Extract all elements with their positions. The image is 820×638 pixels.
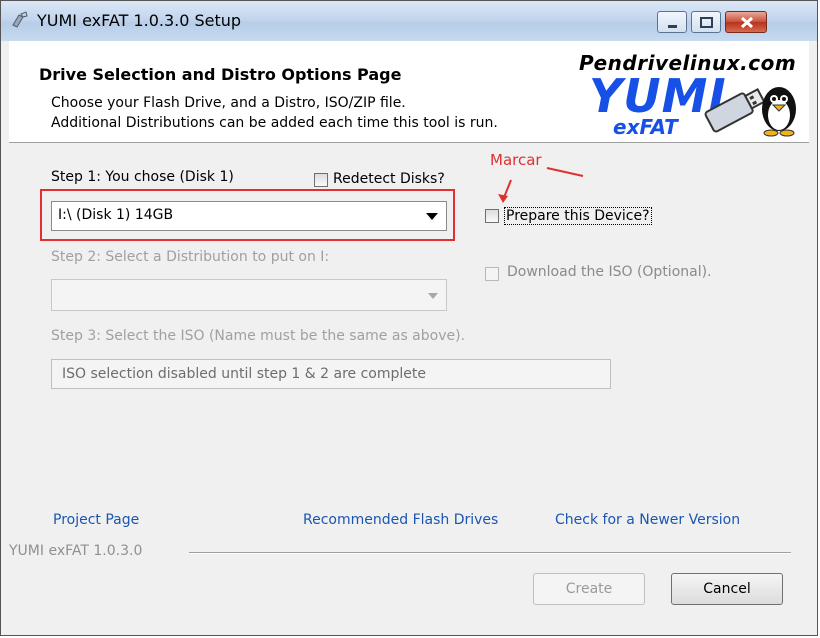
- check-newer-version-link[interactable]: Check for a Newer Version: [555, 512, 740, 528]
- distribution-select[interactable]: [51, 279, 447, 311]
- title-bar[interactable]: YUMI exFAT 1.0.3.0 Setup: [1, 1, 817, 41]
- cancel-button[interactable]: Cancel: [671, 573, 783, 605]
- download-iso-checkbox[interactable]: [485, 267, 499, 281]
- create-button[interactable]: Create: [533, 573, 645, 605]
- redetect-disks-checkbox[interactable]: [314, 173, 328, 187]
- logo-exfat-text: exFAT: [613, 115, 678, 139]
- project-page-link[interactable]: Project Page: [53, 512, 139, 528]
- minimize-button[interactable]: [657, 11, 687, 33]
- step1-label: Step 1: You chose (Disk 1): [51, 169, 234, 185]
- close-button[interactable]: [725, 11, 767, 33]
- header-description-line2: Additional Distributions can be added ea…: [51, 115, 498, 131]
- close-icon: [740, 16, 754, 29]
- footer-divider: [189, 552, 791, 554]
- page-title: Drive Selection and Distro Options Page: [39, 65, 402, 84]
- setup-window: YUMI exFAT 1.0.3.0 Setup Drive Selection…: [0, 0, 818, 636]
- header-description-line1: Choose your Flash Drive, and a Distro, I…: [51, 95, 406, 111]
- iso-selection-text: ISO selection disabled until step 1 & 2 …: [62, 366, 426, 382]
- app-icon: [12, 11, 28, 28]
- step2-label: Step 2: Select a Distribution to put on …: [51, 249, 330, 265]
- window-title: YUMI exFAT 1.0.3.0 Setup: [37, 11, 242, 30]
- maximize-button[interactable]: [691, 11, 721, 33]
- step3-label: Step 3: Select the ISO (Name must be the…: [51, 328, 466, 344]
- prepare-device-checkbox[interactable]: [485, 209, 499, 223]
- annotation-arrow-icon: [498, 167, 584, 203]
- redetect-disks-label[interactable]: Redetect Disks?: [333, 171, 445, 187]
- chevron-down-icon: [428, 293, 438, 299]
- prepare-device-label[interactable]: Prepare this Device?: [504, 207, 652, 225]
- page-header: Drive Selection and Distro Options Page …: [9, 41, 809, 143]
- recommended-flash-drives-link[interactable]: Recommended Flash Drives: [303, 512, 498, 528]
- version-label: YUMI exFAT 1.0.3.0: [9, 543, 143, 559]
- drive-select-value: I:\ (Disk 1) 14GB: [58, 207, 174, 223]
- drive-select[interactable]: I:\ (Disk 1) 14GB: [51, 201, 447, 231]
- download-iso-label[interactable]: Download the ISO (Optional).: [507, 264, 712, 280]
- maximize-icon: [700, 17, 713, 28]
- usb-penguin-logo-icon: [704, 87, 796, 137]
- iso-selection-field[interactable]: ISO selection disabled until step 1 & 2 …: [51, 359, 611, 389]
- chevron-down-icon: [426, 213, 438, 220]
- minimize-icon: [668, 25, 677, 28]
